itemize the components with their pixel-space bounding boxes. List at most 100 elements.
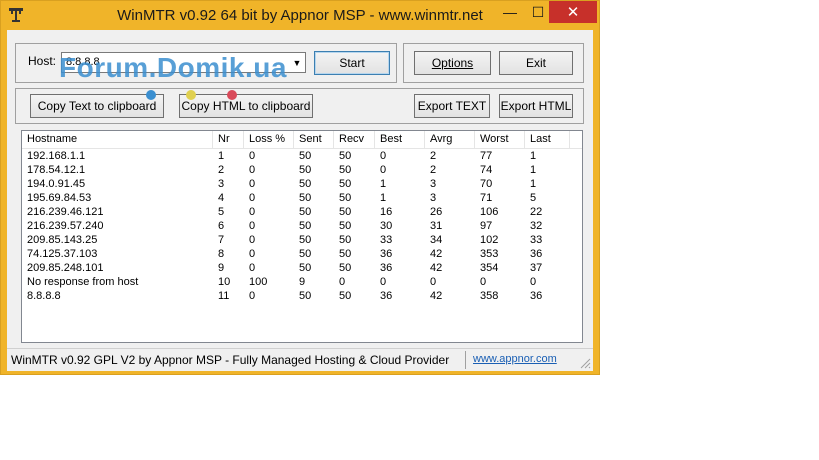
table-cell: 50 xyxy=(339,192,352,204)
table-row[interactable]: 194.0.91.45 3 0 50 50 1 3 70 1 xyxy=(22,177,582,191)
export-html-button[interactable]: Export HTML xyxy=(499,94,573,118)
forum-watermark: Forum.Domik.ua xyxy=(59,52,287,83)
export-html-button-label: Export HTML xyxy=(500,99,572,113)
table-cell: 0 xyxy=(530,276,537,288)
chevron-down-icon[interactable]: ▼ xyxy=(289,53,305,72)
start-button-label: Start xyxy=(339,56,365,70)
table-cell: 50 xyxy=(299,178,312,190)
status-bar: WinMTR v0.92 GPL V2 by Appnor MSP - Full… xyxy=(7,348,593,371)
copy-html-button[interactable]: Copy HTML to clipboard xyxy=(179,94,313,118)
table-cell: 50 xyxy=(339,234,352,246)
exit-button[interactable]: Exit xyxy=(499,51,573,75)
table-row[interactable]: 74.125.37.103 8 0 50 50 36 42 353 36 xyxy=(22,247,582,261)
table-cell: 97 xyxy=(480,220,493,232)
table-row[interactable]: 216.239.57.240 6 0 50 50 30 31 97 32 xyxy=(22,219,582,233)
table-row[interactable]: 209.85.248.101 9 0 50 50 36 42 354 37 xyxy=(22,261,582,275)
table-cell: 0 xyxy=(249,290,256,302)
winmtr-window: WinMTR v0.92 64 bit by Appnor MSP - www.… xyxy=(0,0,600,375)
list-header: Hostname Nr Loss % Sent Recv Best Avrg Worst Las… xyxy=(22,131,582,149)
table-cell: 50 xyxy=(299,192,312,204)
table-cell: 0 xyxy=(249,206,256,218)
table-row[interactable]: 195.69.84.53 4 0 50 50 1 3 71 5 xyxy=(22,191,582,205)
table-cell: 74.125.37.103 xyxy=(27,248,98,260)
export-text-button[interactable]: Export TEXT xyxy=(414,94,490,118)
table-cell: 36 xyxy=(380,262,393,274)
column-header-hostname[interactable]: Hostname xyxy=(22,131,213,148)
column-header-last[interactable]: Last xyxy=(525,131,570,148)
exit-button-label: Exit xyxy=(525,56,546,70)
table-cell: 50 xyxy=(299,248,312,260)
column-header-sent[interactable]: Sent xyxy=(294,131,334,148)
table-row[interactable]: 178.54.12.1 2 0 50 50 0 2 74 1 xyxy=(22,163,582,177)
copy-text-button[interactable]: Copy Text to clipboard xyxy=(30,94,164,118)
resize-grip-icon[interactable] xyxy=(579,357,591,369)
table-row[interactable]: 216.239.46.121 5 0 50 50 16 26 106 22 xyxy=(22,205,582,219)
table-cell: 1 xyxy=(380,192,387,204)
minimize-button[interactable]: — xyxy=(495,1,525,23)
table-cell: 26 xyxy=(430,206,443,218)
table-cell: 6 xyxy=(218,220,225,232)
maximize-icon: ☐ xyxy=(531,3,545,20)
table-cell: 70 xyxy=(480,178,493,190)
table-cell: 36 xyxy=(380,290,393,302)
close-button[interactable]: ✕ xyxy=(549,1,597,23)
table-cell: 0 xyxy=(249,262,256,274)
table-cell: 353 xyxy=(480,248,499,260)
options-button-label: Options xyxy=(431,56,474,70)
table-cell: 50 xyxy=(299,206,312,218)
column-header-avrg[interactable]: Avrg xyxy=(425,131,475,148)
table-cell: 11 xyxy=(218,290,230,302)
table-cell: 3 xyxy=(430,178,437,190)
table-cell: 7 xyxy=(218,234,225,246)
watermark-dot-yellow xyxy=(186,90,196,100)
table-row[interactable]: 209.85.143.25 7 0 50 50 33 34 102 33 xyxy=(22,233,582,247)
table-cell: 102 xyxy=(480,234,499,246)
table-cell: 42 xyxy=(430,248,443,260)
watermark-dot-red xyxy=(227,90,237,100)
table-row[interactable]: 8.8.8.8 11 0 50 50 36 42 358 36 xyxy=(22,289,582,303)
table-cell: 30 xyxy=(380,220,393,232)
table-cell: 8.8.8.8 xyxy=(27,290,61,302)
table-cell: 9 xyxy=(218,262,225,274)
client-area: Host: 8.8.8.8 ▼ Start Options Exit Copy … xyxy=(7,30,593,371)
table-cell: 2 xyxy=(430,150,437,162)
table-cell: 8 xyxy=(218,248,225,260)
table-cell: 0 xyxy=(249,192,256,204)
column-header-recv[interactable]: Recv xyxy=(334,131,375,148)
title-bar[interactable]: WinMTR v0.92 64 bit by Appnor MSP - www.… xyxy=(1,1,599,29)
table-cell: 50 xyxy=(339,290,352,302)
options-button[interactable]: Options xyxy=(414,51,491,75)
table-cell: 209.85.248.101 xyxy=(27,262,104,274)
table-cell: 16 xyxy=(380,206,393,218)
start-button[interactable]: Start xyxy=(314,51,390,75)
table-cell: 195.69.84.53 xyxy=(27,192,92,204)
status-separator xyxy=(465,351,466,369)
table-cell: 216.239.46.121 xyxy=(27,206,104,218)
watermark-dot-blue xyxy=(146,90,156,100)
column-header-best[interactable]: Best xyxy=(375,131,425,148)
table-cell: 0 xyxy=(249,234,256,246)
table-cell: 10 xyxy=(218,276,231,288)
column-header-worst[interactable]: Worst xyxy=(475,131,525,148)
export-text-button-label: Export TEXT xyxy=(417,99,487,113)
status-text: WinMTR v0.92 GPL V2 by Appnor MSP - Full… xyxy=(11,353,450,367)
table-cell: 22 xyxy=(530,206,543,218)
table-row[interactable]: No response from host 10 100 9 0 0 0 0 0 xyxy=(22,275,582,289)
table-row[interactable]: 192.168.1.1 1 0 50 50 0 2 77 1 xyxy=(22,149,582,163)
table-cell: 1 xyxy=(530,150,537,162)
table-cell: No response from host xyxy=(27,276,139,288)
table-cell: 36 xyxy=(380,248,393,260)
table-cell: 50 xyxy=(339,206,352,218)
table-cell: 36 xyxy=(530,290,543,302)
table-cell: 5 xyxy=(218,206,225,218)
table-cell: 5 xyxy=(530,192,537,204)
results-list[interactable]: Hostname Nr Loss % Sent Recv Best Avrg Worst Las… xyxy=(21,130,583,343)
table-cell: 50 xyxy=(299,290,312,302)
column-header-nr[interactable]: Nr xyxy=(213,131,244,148)
table-cell: 50 xyxy=(299,150,312,162)
column-header-loss[interactable]: Loss % xyxy=(244,131,294,148)
appnor-link[interactable]: www.appnor.com xyxy=(473,353,557,365)
table-cell: 0 xyxy=(380,150,387,162)
table-cell: 50 xyxy=(299,220,312,232)
table-cell: 0 xyxy=(249,178,256,190)
